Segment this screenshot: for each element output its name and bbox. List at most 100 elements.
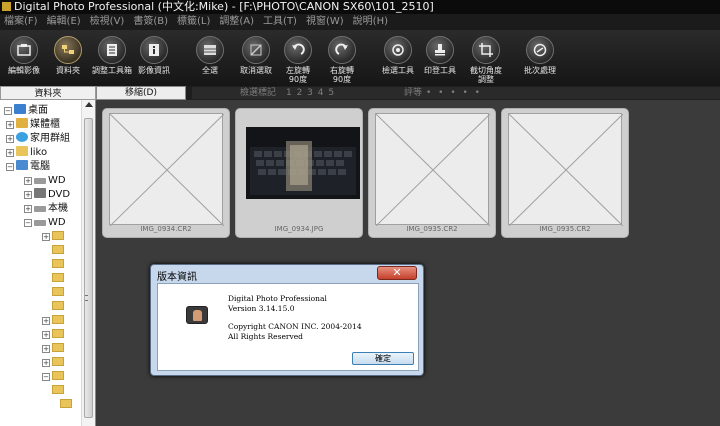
tree-item-liko[interactable]: + liko (6, 146, 47, 160)
crop-button[interactable]: 截切角度 調整 (462, 36, 510, 84)
rating-filter[interactable]: • • • • • (426, 87, 482, 99)
menu-edit[interactable]: 編輯(E) (43, 14, 86, 30)
menu-bar: 檔案(F) 編輯(E) 檢視(V) 書簽(B) 標籤(L) 調整(A) 工具(T) 視窗(W)… (0, 14, 720, 30)
menu-view[interactable]: 檢視(V) (86, 14, 130, 30)
tree-item-desktop[interactable]: − 桌面 (4, 104, 48, 118)
check-mark-filter[interactable]: 1 2 3 4 5 (286, 87, 335, 99)
tree-subfolder[interactable] (60, 398, 72, 412)
folder-icon (60, 399, 72, 408)
collapse-icon[interactable]: − (24, 219, 32, 227)
scrollbar-grip-icon (85, 295, 88, 301)
menu-file[interactable]: 檔案(F) (0, 14, 43, 30)
tree-item-computer[interactable]: − 電腦 (6, 160, 50, 174)
edit-image-button[interactable]: 編輯影像 (0, 36, 48, 75)
menu-label[interactable]: 標籤(L) (173, 14, 215, 30)
menu-window[interactable]: 視窗(W) (302, 14, 349, 30)
stamp-icon (426, 36, 454, 64)
rotate-left-icon (284, 36, 312, 64)
tree-item-drive-wd-2[interactable]: − WD (24, 216, 66, 230)
filter-bar: 檢選標記 1 2 3 4 5 評等 • • • • • (192, 87, 720, 99)
close-button[interactable]: ✕ (377, 266, 417, 280)
expand-icon[interactable]: + (6, 135, 14, 143)
batch-label: 批次處理 (524, 66, 556, 75)
folder-icon (52, 231, 64, 240)
library-icon (16, 118, 28, 128)
tree-subfolder[interactable]: − (42, 370, 64, 384)
folder-icon (52, 301, 64, 310)
about-dialog: 版本資訊 ✕ Digital Photo Professional Versio… (150, 264, 424, 376)
tree-subfolder[interactable] (52, 286, 64, 300)
menu-tools[interactable]: 工具(T) (259, 14, 302, 30)
expand-icon[interactable]: + (42, 233, 50, 241)
quick-check-label: 檢選工具 (382, 66, 414, 75)
scroll-up-icon[interactable] (85, 102, 93, 107)
menu-bookmark[interactable]: 書簽(B) (129, 14, 173, 30)
stamp-label: 印登工具 (424, 66, 456, 75)
info-icon (140, 36, 168, 64)
batch-button[interactable]: 批次處理 (516, 36, 564, 75)
image-info-button[interactable]: 影像資訊 (130, 36, 178, 75)
folder-button[interactable]: 資料夾 (44, 36, 92, 75)
expand-icon[interactable]: + (24, 177, 32, 185)
app-logo-icon (186, 306, 208, 324)
tree-subfolder[interactable]: + (42, 342, 64, 356)
tool-palette-icon (98, 36, 126, 64)
desktop-icon (14, 104, 26, 114)
menu-help[interactable]: 說明(H) (349, 14, 393, 30)
tab-thumbnails[interactable]: 移縮(D) (96, 86, 186, 100)
tree-item-dvd[interactable]: + DVD (24, 188, 70, 202)
tree-subfolder[interactable]: + (42, 230, 64, 244)
tree-item-drive-wd[interactable]: + WD (24, 174, 66, 188)
expand-icon[interactable]: + (24, 205, 32, 213)
deselect-button[interactable]: 取消選取 (232, 36, 280, 75)
folder-icon (52, 245, 64, 254)
tree-subfolder[interactable] (52, 258, 64, 272)
scrollbar-thumb[interactable] (84, 118, 93, 418)
tree-subfolder[interactable] (52, 300, 64, 314)
thumbnail-card[interactable]: IMG_0934.CR2 (102, 108, 230, 238)
tree-scrollbar[interactable] (81, 100, 95, 426)
rotate-right-button[interactable]: 右旋轉 90度 (318, 36, 366, 84)
photo-preview (246, 127, 360, 199)
expand-icon[interactable]: + (6, 149, 14, 157)
placeholder-image (375, 113, 491, 227)
thumbnail-card[interactable]: IMG_0934.JPG (235, 108, 363, 238)
collapse-icon[interactable]: − (6, 163, 14, 171)
expand-icon[interactable]: + (42, 359, 50, 367)
tree-subfolder[interactable] (52, 384, 64, 398)
collapse-icon[interactable]: − (4, 107, 12, 115)
folder-icon (52, 287, 64, 296)
tree-item-library[interactable]: + 媒體櫃 (6, 118, 60, 132)
expand-icon[interactable]: + (42, 317, 50, 325)
stamp-button[interactable]: 印登工具 (416, 36, 464, 75)
expand-icon[interactable]: + (24, 191, 32, 199)
tree-subfolder[interactable]: + (42, 356, 64, 370)
expand-icon[interactable]: + (42, 331, 50, 339)
thumbnail-card[interactable]: IMG_0935.CR2 (368, 108, 496, 238)
collapse-icon[interactable]: − (42, 373, 50, 381)
tree-subfolder[interactable]: + (42, 314, 64, 328)
tree-item-homegroup[interactable]: + 家用群組 (6, 132, 70, 146)
rotate-left-button[interactable]: 左旋轉 90度 (274, 36, 322, 84)
rotate-right-icon (328, 36, 356, 64)
expand-icon[interactable]: + (6, 121, 14, 129)
tree-subfolder[interactable]: + (42, 328, 64, 342)
expand-icon[interactable]: + (42, 345, 50, 353)
select-all-button[interactable]: 全選 (186, 36, 234, 75)
tree-subfolder[interactable] (52, 272, 64, 286)
thumbnail-card[interactable]: IMG_0935.CR2 (501, 108, 629, 238)
tool-palette-button[interactable]: 調整工具箱 (88, 36, 136, 75)
tab-folder[interactable]: 資料夾 (0, 86, 96, 100)
tree-item-local-drive[interactable]: + 本機 (24, 202, 68, 216)
menu-adjust[interactable]: 調整(A) (215, 14, 259, 30)
tree-subfolder[interactable] (52, 244, 64, 258)
quick-check-button[interactable]: 檢選工具 (374, 36, 422, 75)
tool-palette-label: 調整工具箱 (92, 66, 132, 75)
folder-icon (52, 259, 64, 268)
image-info-label: 影像資訊 (138, 66, 170, 75)
product-name: Digital Photo Professional (228, 294, 327, 303)
ok-button[interactable]: 確定 (352, 352, 414, 365)
thumbnail-filename: IMG_0935.CR2 (406, 225, 458, 233)
folder-icon (52, 273, 64, 282)
edit-image-label: 編輯影像 (8, 66, 40, 75)
